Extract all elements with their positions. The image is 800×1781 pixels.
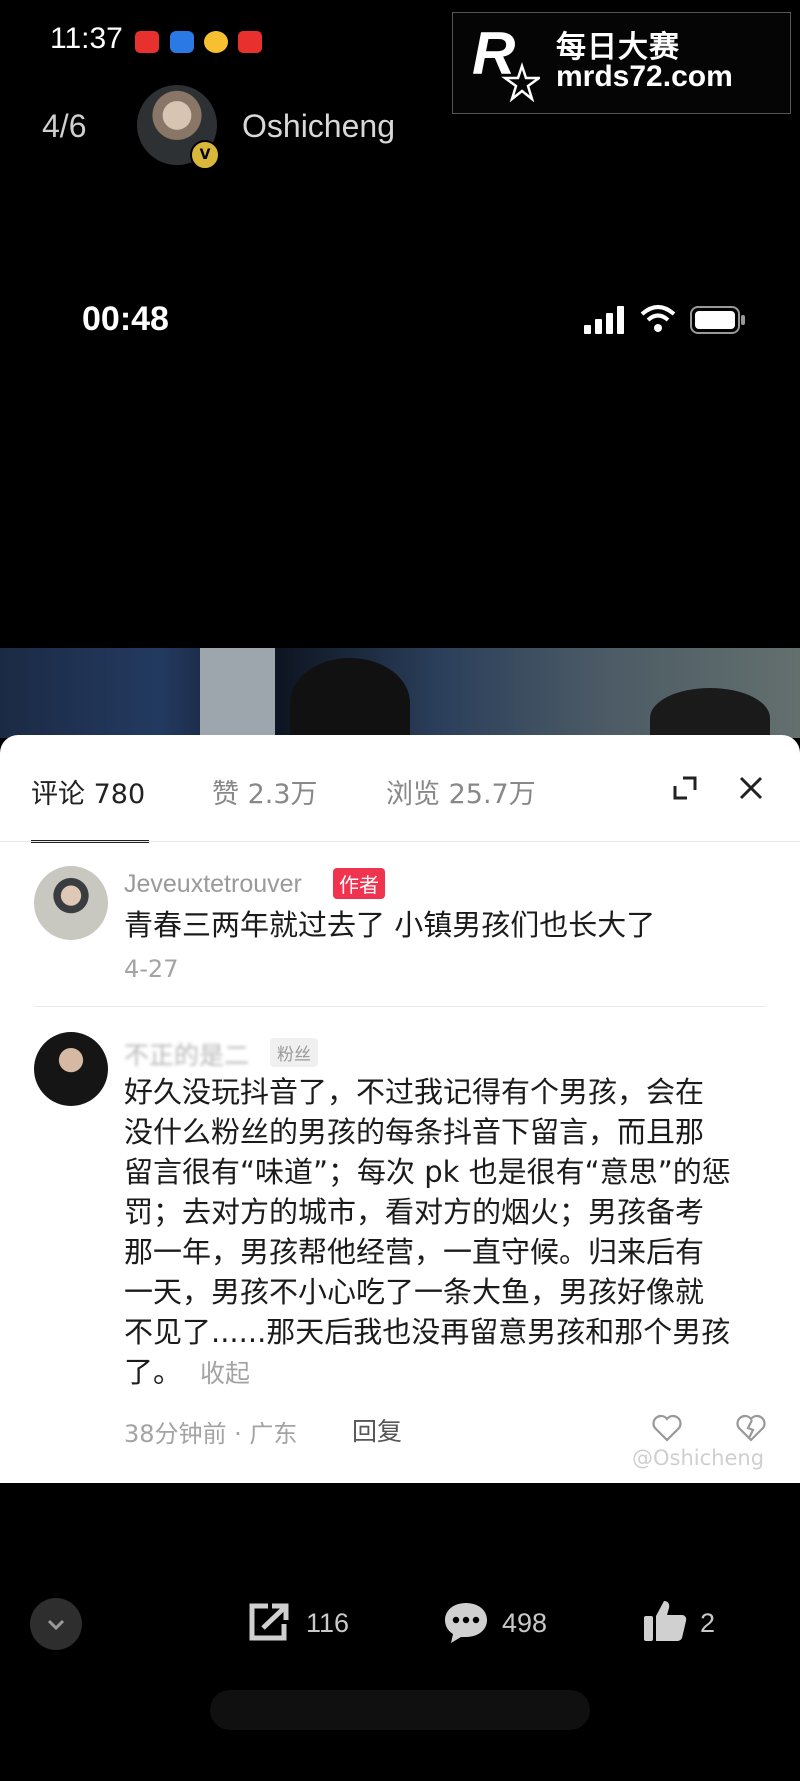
chevron-down-icon <box>47 1619 65 1631</box>
app-icon-blue <box>170 31 194 53</box>
author-username[interactable]: Oshicheng <box>242 108 395 145</box>
tabs-divider <box>0 841 800 842</box>
comment-line: 留言很有“味道”；每次 pk 也是很有“意思”的惩 <box>124 1155 731 1189</box>
collapse-chevron-button[interactable] <box>30 1598 82 1650</box>
thumbs-up-icon[interactable] <box>642 1598 688 1644</box>
author-tag: 作者 <box>333 868 385 899</box>
comment-username[interactable]: 不正的是二 <box>124 1036 249 1072</box>
tab-likes[interactable]: 赞 2.3万 <box>212 772 318 811</box>
comment-divider <box>34 1006 766 1007</box>
signal-icon <box>584 306 624 334</box>
comment-last-line: 了。 收起 <box>124 1352 731 1394</box>
wifi-icon <box>640 305 676 332</box>
inner-status-time: 00:48 <box>82 300 169 338</box>
comment-line: 一天，男孩不小心吃了一条大鱼，男孩好像就 <box>124 1275 705 1309</box>
like-count: 2 <box>700 1608 716 1638</box>
tab-comments[interactable]: 评论 780 <box>31 772 145 811</box>
tab-comments-label: 评论 <box>31 779 85 810</box>
verified-badge-icon: V <box>190 140 220 170</box>
tab-likes-label: 赞 <box>212 779 239 810</box>
comment-line: 没什么粉丝的男孩的每条抖音下留言，而且那 <box>124 1115 705 1149</box>
comment-line: 好久没玩抖音了，不过我记得有个男孩，会在 <box>124 1075 705 1109</box>
status-time: 11:37 <box>50 22 123 55</box>
app-icon-red-2 <box>238 31 262 53</box>
dislike-comment-icon[interactable] <box>736 1414 766 1442</box>
like-comment-icon[interactable] <box>652 1414 682 1442</box>
video-preview[interactable] <box>0 648 800 738</box>
comment-text: 青春三两年就过去了 小镇男孩们也长大了 <box>124 908 656 942</box>
video-figure-head-2 <box>650 688 770 738</box>
comment-line: 不见了......那天后我也没再留意男孩和那个男孩 <box>124 1315 731 1349</box>
page-indicator: 4/6 <box>42 108 87 144</box>
video-figure <box>200 648 275 738</box>
comment-line: 那一年，男孩帮他经营，一直守候。归来后有 <box>124 1235 705 1269</box>
share-count: 116 <box>306 1608 350 1638</box>
tab-views-label: 浏览 <box>386 779 440 810</box>
home-indicator-area <box>210 1690 590 1730</box>
fan-tag: 粉丝 <box>270 1038 318 1067</box>
watermark-url: mrds72.com <box>556 60 733 93</box>
expand-icon[interactable] <box>672 775 698 801</box>
comment-time-location: 38分钟前 · 广东 <box>124 1420 298 1448</box>
tab-comments-count: 780 <box>93 779 146 810</box>
comment-icon[interactable] <box>442 1600 490 1646</box>
share-icon[interactable] <box>246 1600 294 1644</box>
reply-button[interactable]: 回复 <box>352 1412 402 1448</box>
comment-line: 罚；去对方的城市，看对方的烟火；男孩备考 <box>124 1195 705 1229</box>
weibo-icon <box>204 31 228 53</box>
weibo-watermark: @Oshicheng <box>632 1446 765 1470</box>
video-figure-head <box>290 658 410 738</box>
tab-likes-count: 2.3万 <box>247 779 318 810</box>
app-icon-red <box>135 31 159 53</box>
comment-line: 了。 <box>124 1355 183 1389</box>
comment-body: 好久没玩抖音了，不过我记得有个男孩，会在 没什么粉丝的男孩的每条抖音下留言，而且… <box>124 1072 731 1394</box>
comment-count: 498 <box>502 1608 548 1638</box>
close-icon[interactable] <box>738 775 764 801</box>
collapse-button[interactable]: 收起 <box>200 1359 250 1388</box>
battery-icon <box>690 306 745 334</box>
tab-views[interactable]: 浏览 25.7万 <box>386 772 536 811</box>
tab-views-count: 25.7万 <box>448 779 536 810</box>
comment-username[interactable]: Jeveuxtetrouver <box>124 870 302 899</box>
comment-date: 4-27 <box>124 955 179 983</box>
watermark-logo-icon: R <box>472 22 540 102</box>
comment-avatar[interactable] <box>34 1032 108 1106</box>
comment-avatar[interactable] <box>34 866 108 940</box>
